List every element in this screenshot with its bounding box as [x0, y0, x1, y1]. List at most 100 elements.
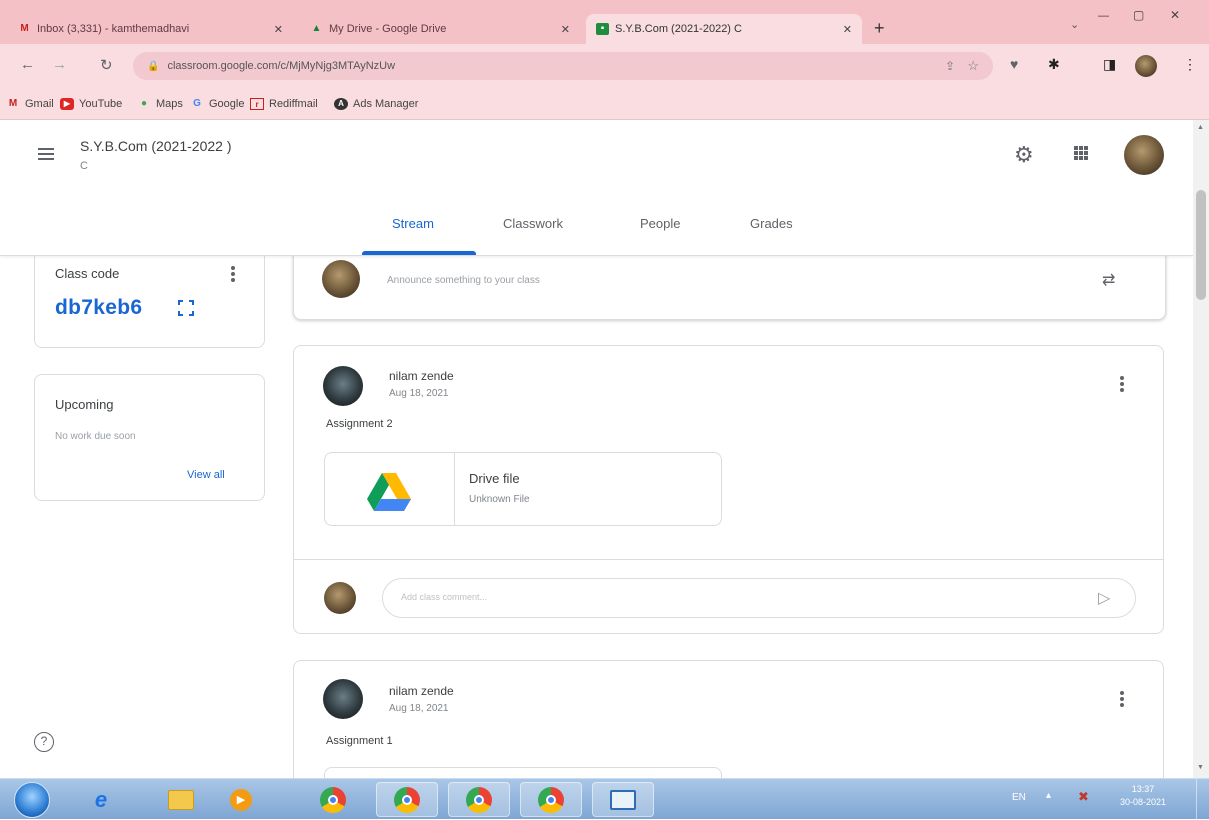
bookmark-label: Google — [209, 98, 245, 110]
browser-tab-gmail[interactable]: M Inbox (3,331) - kamthemadhavi ✕ — [8, 14, 293, 44]
user-avatar — [322, 260, 360, 298]
bookmark-label: Gmail — [25, 98, 54, 110]
media-player-icon[interactable]: ▶ — [210, 782, 272, 817]
bookmark-label: Rediffmail — [269, 98, 318, 110]
url-text: classroom.google.com/c/MjMyNjg3MTAyNzUw — [167, 60, 396, 72]
close-icon[interactable]: ✕ — [274, 23, 283, 36]
tab-stream[interactable]: Stream — [392, 216, 434, 231]
network-icon[interactable]: ✖ — [1078, 789, 1089, 805]
view-all-link[interactable]: View all — [187, 469, 225, 481]
settings-gear-icon[interactable]: ⚙ — [1014, 142, 1034, 168]
close-icon[interactable]: ✕ — [843, 23, 852, 36]
show-desktop-button[interactable] — [1196, 779, 1209, 820]
main-menu-icon[interactable] — [38, 148, 54, 160]
comment-placeholder: Add class comment... — [401, 592, 488, 602]
fullscreen-icon[interactable] — [178, 300, 194, 316]
chrome-window-3-icon[interactable] — [520, 782, 582, 817]
attachment-thumbnail — [325, 453, 455, 525]
more-options-icon[interactable] — [231, 266, 235, 284]
attachment-type: Unknown File — [469, 494, 530, 505]
google-drive-icon — [367, 473, 411, 511]
start-button[interactable] — [14, 782, 50, 818]
sidebar-icon[interactable]: ◨ — [1103, 56, 1116, 73]
drive-attachment[interactable]: Drive file Unknown File — [324, 452, 722, 526]
scroll-up-icon[interactable]: ▲ — [1197, 124, 1204, 131]
post-date: Aug 18, 2021 — [389, 703, 449, 714]
tab-grades[interactable]: Grades — [750, 216, 793, 231]
reload-icon[interactable]: ↻ — [100, 56, 113, 74]
send-icon[interactable]: ▷ — [1098, 588, 1110, 608]
user-avatar — [324, 582, 356, 614]
puzzle-icon[interactable]: ✱ — [1048, 56, 1060, 73]
chrome-window-2-icon[interactable] — [448, 782, 510, 817]
back-icon[interactable]: ← — [20, 56, 35, 73]
tab-title: S.Y.B.Com (2021-2022) C — [615, 23, 742, 35]
post-date: Aug 18, 2021 — [389, 388, 449, 399]
scroll-thumb[interactable] — [1196, 190, 1206, 300]
url-input[interactable]: 🔒 classroom.google.com/c/MjMyNjg3MTAyNzU… — [133, 52, 993, 80]
language-indicator[interactable]: EN — [1012, 792, 1026, 803]
apps-grid-icon[interactable] — [1074, 146, 1088, 160]
bookmark-ads-manager[interactable]: A Ads Manager — [334, 98, 418, 110]
drive-icon: ▲ — [311, 23, 322, 34]
class-title[interactable]: S.Y.B.Com (2021-2022 ) — [80, 138, 232, 154]
post-more-icon[interactable] — [1120, 691, 1124, 709]
bookmark-gmail[interactable]: M Gmail — [6, 98, 54, 110]
share-icon[interactable]: ⇪ — [945, 59, 955, 73]
tab-people[interactable]: People — [640, 216, 680, 231]
rediffmail-icon: r — [250, 98, 264, 110]
post-more-icon[interactable] — [1120, 376, 1124, 394]
page-scrollbar[interactable]: ▲ ▼ — [1193, 120, 1209, 778]
window-close-icon[interactable]: ✕ — [1170, 8, 1180, 22]
tab-title: My Drive - Google Drive — [329, 23, 447, 35]
profile-avatar[interactable] — [1135, 55, 1157, 77]
youtube-icon: ▶ — [60, 98, 74, 110]
tab-title: Inbox (3,331) - kamthemadhavi — [37, 23, 190, 35]
scroll-down-icon[interactable]: ▼ — [1197, 764, 1204, 771]
attachment-name: Drive file — [469, 471, 520, 486]
forward-icon[interactable]: → — [52, 56, 67, 73]
chrome-icon[interactable] — [302, 782, 364, 817]
bookmark-rediffmail[interactable]: r Rediffmail — [250, 98, 318, 110]
repost-icon[interactable]: ⇄ — [1102, 270, 1115, 290]
tab-classwork[interactable]: Classwork — [503, 216, 563, 231]
divider — [294, 559, 1163, 560]
clock[interactable]: 13:37 30-08-2021 — [1118, 784, 1168, 807]
bookmark-label: Ads Manager — [353, 98, 419, 110]
new-tab-icon[interactable]: + — [874, 18, 885, 39]
post-title: Assignment 2 — [326, 418, 393, 430]
extension-icon[interactable]: ♥ — [1010, 56, 1018, 72]
attachment-partial[interactable] — [324, 767, 722, 778]
bookmark-youtube[interactable]: ▶ YouTube — [60, 98, 122, 110]
tab-search-icon[interactable]: ⌄ — [1070, 18, 1079, 31]
account-avatar[interactable] — [1124, 135, 1164, 175]
bookmark-label: Maps — [156, 98, 183, 110]
google-icon: G — [193, 98, 201, 109]
close-icon[interactable]: ✕ — [561, 23, 570, 36]
maps-icon: ● — [140, 98, 148, 109]
browser-tab-classroom[interactable]: ▪ S.Y.B.Com (2021-2022) C ✕ — [586, 14, 862, 44]
help-icon[interactable]: ? — [34, 732, 54, 752]
bookmark-maps[interactable]: ● Maps — [137, 98, 183, 110]
announce-placeholder[interactable]: Announce something to your class — [387, 275, 540, 286]
internet-explorer-icon[interactable]: e — [70, 782, 132, 817]
clock-date: 30-08-2021 — [1119, 797, 1167, 807]
chrome-window-1-icon[interactable] — [376, 782, 438, 817]
file-explorer-icon[interactable] — [150, 782, 212, 817]
post-card: nilam zende Aug 18, 2021 Assignment 2 Dr… — [293, 345, 1164, 634]
post-card: nilam zende Aug 18, 2021 Assignment 1 — [293, 660, 1164, 778]
browser-tab-drive[interactable]: ▲ My Drive - Google Drive ✕ — [300, 14, 580, 44]
upcoming-empty-text: No work due soon — [55, 431, 136, 442]
chrome-menu-icon[interactable]: ⋮ — [1183, 56, 1197, 73]
lock-icon: 🔒 — [147, 60, 160, 72]
post-title: Assignment 1 — [326, 735, 393, 747]
minimize-icon[interactable]: — — [1098, 10, 1109, 22]
classroom-app: S.Y.B.Com (2021-2022 ) C ⚙ Stream Classw… — [0, 120, 1193, 778]
post-author: nilam zende — [389, 369, 454, 383]
bookmark-google[interactable]: G Google — [190, 98, 244, 110]
bookmark-star-icon[interactable]: ☆ — [967, 58, 979, 74]
maximize-icon[interactable]: ▢ — [1133, 8, 1144, 22]
remote-desktop-icon[interactable] — [592, 782, 654, 817]
tray-expand-icon[interactable]: ▴ — [1046, 790, 1051, 801]
class-comment-input[interactable]: Add class comment... ▷ — [382, 578, 1136, 618]
